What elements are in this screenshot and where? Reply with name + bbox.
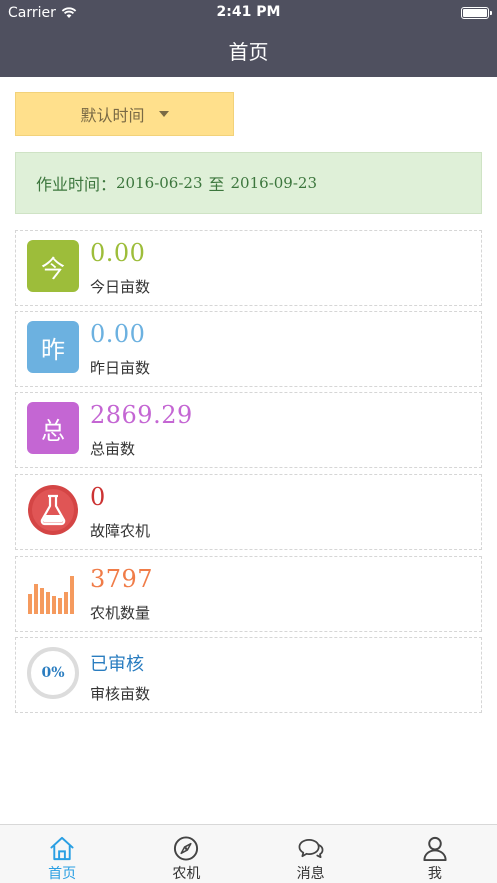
date-range-end: 2016-09-23 <box>230 174 317 192</box>
compass-icon <box>174 836 199 861</box>
time-filter-label: 默认时间 <box>80 106 145 125</box>
today-badge-text: 今 <box>41 254 65 283</box>
today-value: 0.00 <box>90 239 146 267</box>
date-range-start: 2016-06-23 <box>116 174 203 192</box>
faulty-label: 故障农机 <box>90 522 151 540</box>
machines-value: 3797 <box>90 565 154 593</box>
tab-bar: 首页 农机 消息 我 <box>0 824 497 883</box>
faulty-value: 0 <box>90 483 106 511</box>
today-badge: 今 <box>27 240 79 292</box>
yesterday-badge-text: 昨 <box>41 335 65 364</box>
time-filter-dropdown[interactable]: 默认时间 <box>15 92 234 136</box>
yesterday-badge: 昨 <box>27 321 79 373</box>
tab-messages-label: 消息 <box>296 866 325 882</box>
total-badge: 总 <box>27 402 79 454</box>
tab-machines[interactable]: 农机 <box>124 825 248 883</box>
navigation-bar: Carrier 2:41 PM 首页 <box>0 0 497 77</box>
date-range-label: 作业时间： <box>36 175 117 194</box>
audit-progress-ring: 0% <box>27 647 79 699</box>
page-title: 首页 <box>228 40 269 64</box>
status-time: 2:41 PM <box>216 4 281 20</box>
audit-status: 已审核 <box>90 654 144 675</box>
yesterday-value: 0.00 <box>90 320 146 348</box>
home-icon <box>50 836 74 861</box>
stat-card-audit[interactable]: 0% 已审核 审核亩数 <box>15 637 482 713</box>
tab-machines-label: 农机 <box>172 866 201 882</box>
user-icon <box>423 836 447 862</box>
stat-card-today[interactable]: 今 0.00 今日亩数 <box>15 230 482 306</box>
stat-card-machines[interactable]: 3797 农机数量 <box>15 556 482 632</box>
tab-home[interactable]: 首页 <box>0 825 124 883</box>
yesterday-label: 昨日亩数 <box>90 359 151 377</box>
tab-home-label: 首页 <box>48 866 77 882</box>
battery-icon <box>461 7 492 19</box>
date-range-banner: 作业时间： 2016-06-23 至 2016-09-23 <box>15 152 482 214</box>
date-range-separator: 至 <box>208 175 225 194</box>
caret-down-icon <box>158 111 169 117</box>
bar-chart-icon <box>28 576 74 614</box>
stat-card-yesterday[interactable]: 昨 0.00 昨日亩数 <box>15 311 482 387</box>
flask-icon <box>28 485 78 535</box>
stat-card-total[interactable]: 总 2869.29 总亩数 <box>15 392 482 468</box>
tab-me[interactable]: 我 <box>373 825 497 883</box>
status-bar: Carrier 2:41 PM <box>0 0 497 26</box>
total-value: 2869.29 <box>90 401 193 429</box>
stat-card-faulty[interactable]: 0 故障农机 <box>15 474 482 550</box>
audit-ring-label: 0% <box>41 665 65 681</box>
audit-label: 审核亩数 <box>90 685 151 703</box>
machines-label: 农机数量 <box>90 604 151 622</box>
total-label: 总亩数 <box>90 440 136 458</box>
tab-messages[interactable]: 消息 <box>249 825 373 883</box>
today-label: 今日亩数 <box>90 278 151 296</box>
total-badge-text: 总 <box>41 416 65 445</box>
chat-bubbles-icon <box>298 838 324 859</box>
tab-me-label: 我 <box>427 866 442 882</box>
